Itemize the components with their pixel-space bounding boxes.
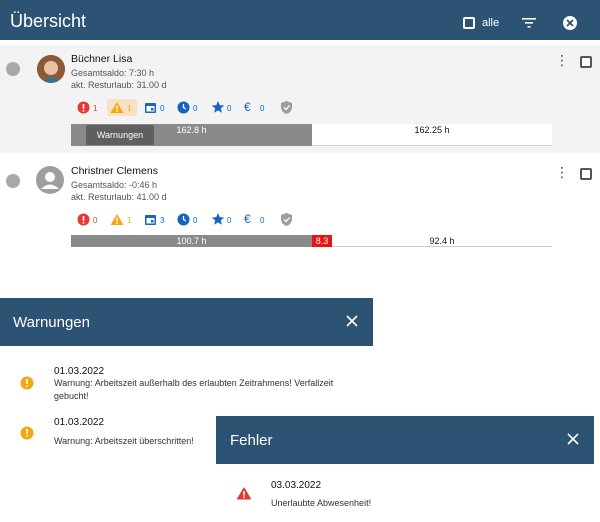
errors-dialog-header: Fehler — [216, 416, 594, 464]
warning-circle-icon — [20, 376, 34, 390]
overtime-hours-label: 8.3 h — [315, 236, 329, 258]
person-name: Büchner Lisa — [71, 53, 133, 65]
euro-count: 0 — [260, 104, 265, 113]
row-checkbox[interactable] — [580, 56, 592, 68]
shield-icon[interactable] — [280, 100, 293, 115]
page-title: Übersicht — [10, 11, 87, 31]
planned-hours-label: 100.7 h — [176, 236, 207, 246]
euro-count: 0 — [260, 216, 265, 225]
close-icon[interactable] — [567, 433, 579, 445]
remaining-vacation: akt. Resturlaub: 31.00 d — [71, 80, 167, 90]
warning-date: 01.03.2022 — [54, 417, 105, 428]
hours-bar: 162.8 h 162.25 h Warnungen — [71, 124, 552, 146]
filter-icon[interactable] — [521, 15, 537, 29]
planned-hours-label: 162.8 h — [176, 125, 207, 135]
remaining-hours-label: 162.25 h — [414, 125, 450, 135]
select-all-checkbox[interactable] — [463, 17, 475, 29]
more-vert-icon[interactable]: ⋮ — [555, 53, 569, 67]
calendar-count: 3 — [160, 216, 165, 225]
remaining-vacation: akt. Resturlaub: 41.00 d — [71, 192, 167, 202]
star-count: 0 — [227, 104, 232, 113]
select-radio[interactable] — [6, 174, 20, 188]
star-icon[interactable] — [211, 212, 225, 226]
calendar-icon[interactable] — [144, 101, 157, 114]
clock-count: 0 — [193, 104, 198, 113]
error-icon[interactable] — [77, 213, 90, 226]
error-date: 03.03.2022 — [271, 480, 322, 491]
close-circle-icon[interactable] — [562, 15, 578, 31]
more-vert-icon[interactable]: ⋮ — [555, 165, 569, 179]
error-text: Unerlaubte Abwesenheit! — [271, 498, 372, 508]
warning-count: 1 — [127, 104, 132, 113]
remaining-hours-segment: 92.4 h — [332, 235, 552, 247]
select-all-label: alle — [482, 17, 500, 29]
row-checkbox[interactable] — [580, 168, 592, 180]
warning-text: Warnung: Arbeitszeit überschritten! — [54, 436, 194, 446]
total-balance: Gesamtsaldo: 7:30 h — [71, 68, 155, 78]
clock-count: 0 — [193, 216, 198, 225]
app-header: Übersicht alle — [0, 0, 600, 40]
remaining-hours-label: 92.4 h — [429, 236, 455, 246]
warnings-dialog-header: Warnungen — [0, 298, 373, 346]
error-icon[interactable] — [77, 101, 90, 114]
warning-icon — [110, 102, 124, 113]
person-card[interactable]: Christner Clemens Gesamtsaldo: -0:46 h a… — [0, 157, 600, 262]
person-card[interactable]: Büchner Lisa Gesamtsaldo: 7:30 h akt. Re… — [0, 45, 600, 153]
error-triangle-icon — [236, 487, 252, 500]
select-radio[interactable] — [6, 62, 20, 76]
planned-hours-segment: 100.7 h — [71, 235, 312, 247]
total-balance: Gesamtsaldo: -0:46 h — [71, 180, 158, 190]
dialog-title: Warnungen — [13, 314, 90, 331]
clock-icon[interactable] — [177, 213, 190, 226]
hours-bar: 100.7 h 8.3 h 92.4 h — [71, 235, 552, 258]
close-icon[interactable] — [346, 315, 358, 327]
calendar-count: 0 — [160, 104, 165, 113]
star-count: 0 — [227, 216, 232, 225]
warning-icon[interactable] — [110, 213, 124, 226]
warning-circle-icon — [20, 426, 34, 440]
remaining-hours-segment: 162.25 h — [312, 124, 552, 146]
star-icon[interactable] — [211, 100, 225, 114]
error-count: 1 — [93, 104, 98, 113]
error-count: 0 — [93, 216, 98, 225]
errors-dialog-body: 03.03.2022 Unerlaubte Abwesenheit! — [216, 464, 594, 522]
tooltip: Warnungen — [86, 125, 154, 145]
euro-icon[interactable]: € — [244, 212, 251, 226]
clock-icon[interactable] — [177, 101, 190, 114]
shield-icon[interactable] — [280, 212, 293, 227]
avatar — [37, 55, 65, 83]
avatar-placeholder-icon — [36, 166, 64, 194]
euro-icon[interactable]: € — [244, 100, 251, 114]
calendar-icon[interactable] — [144, 213, 157, 226]
overtime-hours-segment: 8.3 h — [312, 235, 332, 258]
dialog-title: Fehler — [230, 432, 273, 449]
person-name: Christner Clemens — [71, 165, 158, 177]
warning-count: 1 — [127, 216, 132, 225]
warning-text: Warnung: Arbeitszeit außerhalb des erlau… — [54, 378, 334, 401]
warning-date: 01.03.2022 — [54, 366, 105, 377]
